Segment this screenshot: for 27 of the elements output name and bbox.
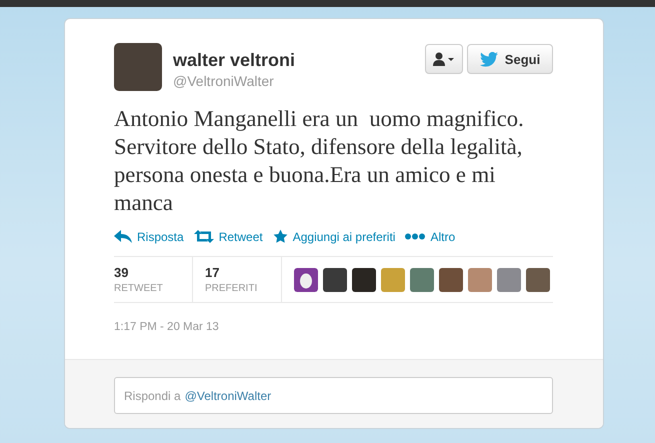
avatar-photo-placeholder[interactable] (439, 268, 463, 292)
follow-button[interactable]: Segui (467, 44, 553, 74)
avatar-photo-placeholder[interactable] (323, 268, 347, 292)
author-handle[interactable]: @VeltroniWalter (173, 73, 296, 89)
star-icon (272, 229, 288, 244)
stat-count[interactable]: 17 (205, 265, 269, 280)
stat-label[interactable]: PREFERITI (205, 283, 269, 294)
tweet-action-link[interactable]: Retweet (194, 229, 263, 244)
reply-field[interactable]: Rispondi a @VeltroniWalter (114, 377, 553, 414)
stat-label[interactable]: RETWEET (114, 283, 180, 294)
stat-count[interactable]: 39 (114, 265, 180, 280)
ellipsis-icon (405, 233, 426, 240)
tweet-action-link[interactable]: Risposta (114, 229, 184, 244)
reply-arrow-icon (114, 230, 132, 243)
tweet-action-link[interactable]: Altro (405, 229, 456, 244)
retweet-arrows-icon (194, 230, 214, 243)
person-caret-icon (433, 52, 455, 66)
profile-photo-placeholder (114, 43, 162, 91)
bird-icon (480, 52, 498, 66)
avatar-photo-placeholder[interactable] (526, 268, 550, 292)
tweet-action-link[interactable]: Aggiungi ai preferiti (272, 229, 396, 244)
user-actions-button[interactable] (425, 44, 463, 74)
avatar-photo-placeholder[interactable] (352, 268, 376, 292)
tweet-timestamp: 1:17 PM - 20 Mar 13 (114, 321, 219, 333)
tweet-text: Antonio Manganelli era un uomo magnifico. Servitore dello Stato, difensore della legalità, persona onesta e buona.Era un amico e mi manca (114, 105, 525, 217)
author-name[interactable]: walter veltroni (173, 50, 296, 71)
egg-avatar-icon[interactable] (294, 268, 318, 292)
